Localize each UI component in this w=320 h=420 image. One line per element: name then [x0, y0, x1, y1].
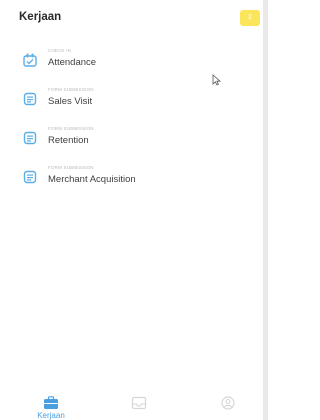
menu-item-retention[interactable]: FORM SUBMISSION Retention	[0, 122, 263, 156]
nav-item-label: Kerjaan	[37, 411, 65, 420]
form-icon	[23, 92, 37, 106]
nav-item-kerjaan[interactable]: Kerjaan	[21, 388, 81, 420]
menu-item-label: Retention	[48, 135, 89, 146]
form-icon	[23, 170, 37, 184]
menu-item-sublabel: FORM SUBMISSION	[48, 126, 94, 131]
menu-item-sales-visit[interactable]: FORM SUBMISSION Sales Visit	[0, 83, 263, 117]
menu-item-label: Merchant Acquisition	[48, 174, 136, 185]
menu-item-merchant-acquisition[interactable]: FORM SUBMISSION Merchant Acquisition	[0, 161, 263, 195]
app-header: Kerjaan 2	[0, 0, 263, 36]
inbox-icon	[131, 396, 147, 410]
menu-item-sublabel: FORM SUBMISSION	[48, 165, 94, 170]
menu-item-sublabel: FORM SUBMISSION	[48, 87, 94, 92]
bottom-nav: Kerjaan	[0, 388, 263, 420]
profile-icon	[221, 396, 235, 410]
window-edge	[263, 0, 268, 420]
app-screen: Kerjaan 2 CHECK IN Attendance FORM SUBMI…	[0, 0, 263, 420]
menu-item-label: Sales Visit	[48, 96, 93, 107]
page-title: Kerjaan	[19, 11, 62, 23]
menu-item-attendance[interactable]: CHECK IN Attendance	[0, 44, 263, 78]
nav-item-inbox[interactable]	[109, 388, 169, 420]
mouse-cursor-icon	[212, 74, 222, 86]
briefcase-icon	[44, 396, 58, 409]
notification-badge[interactable]: 2	[240, 10, 260, 26]
attendance-icon	[23, 53, 37, 67]
menu-item-label: Attendance	[48, 57, 97, 68]
form-icon	[23, 131, 37, 145]
nav-item-profile[interactable]	[198, 388, 258, 420]
menu-item-sublabel: CHECK IN	[48, 48, 72, 53]
